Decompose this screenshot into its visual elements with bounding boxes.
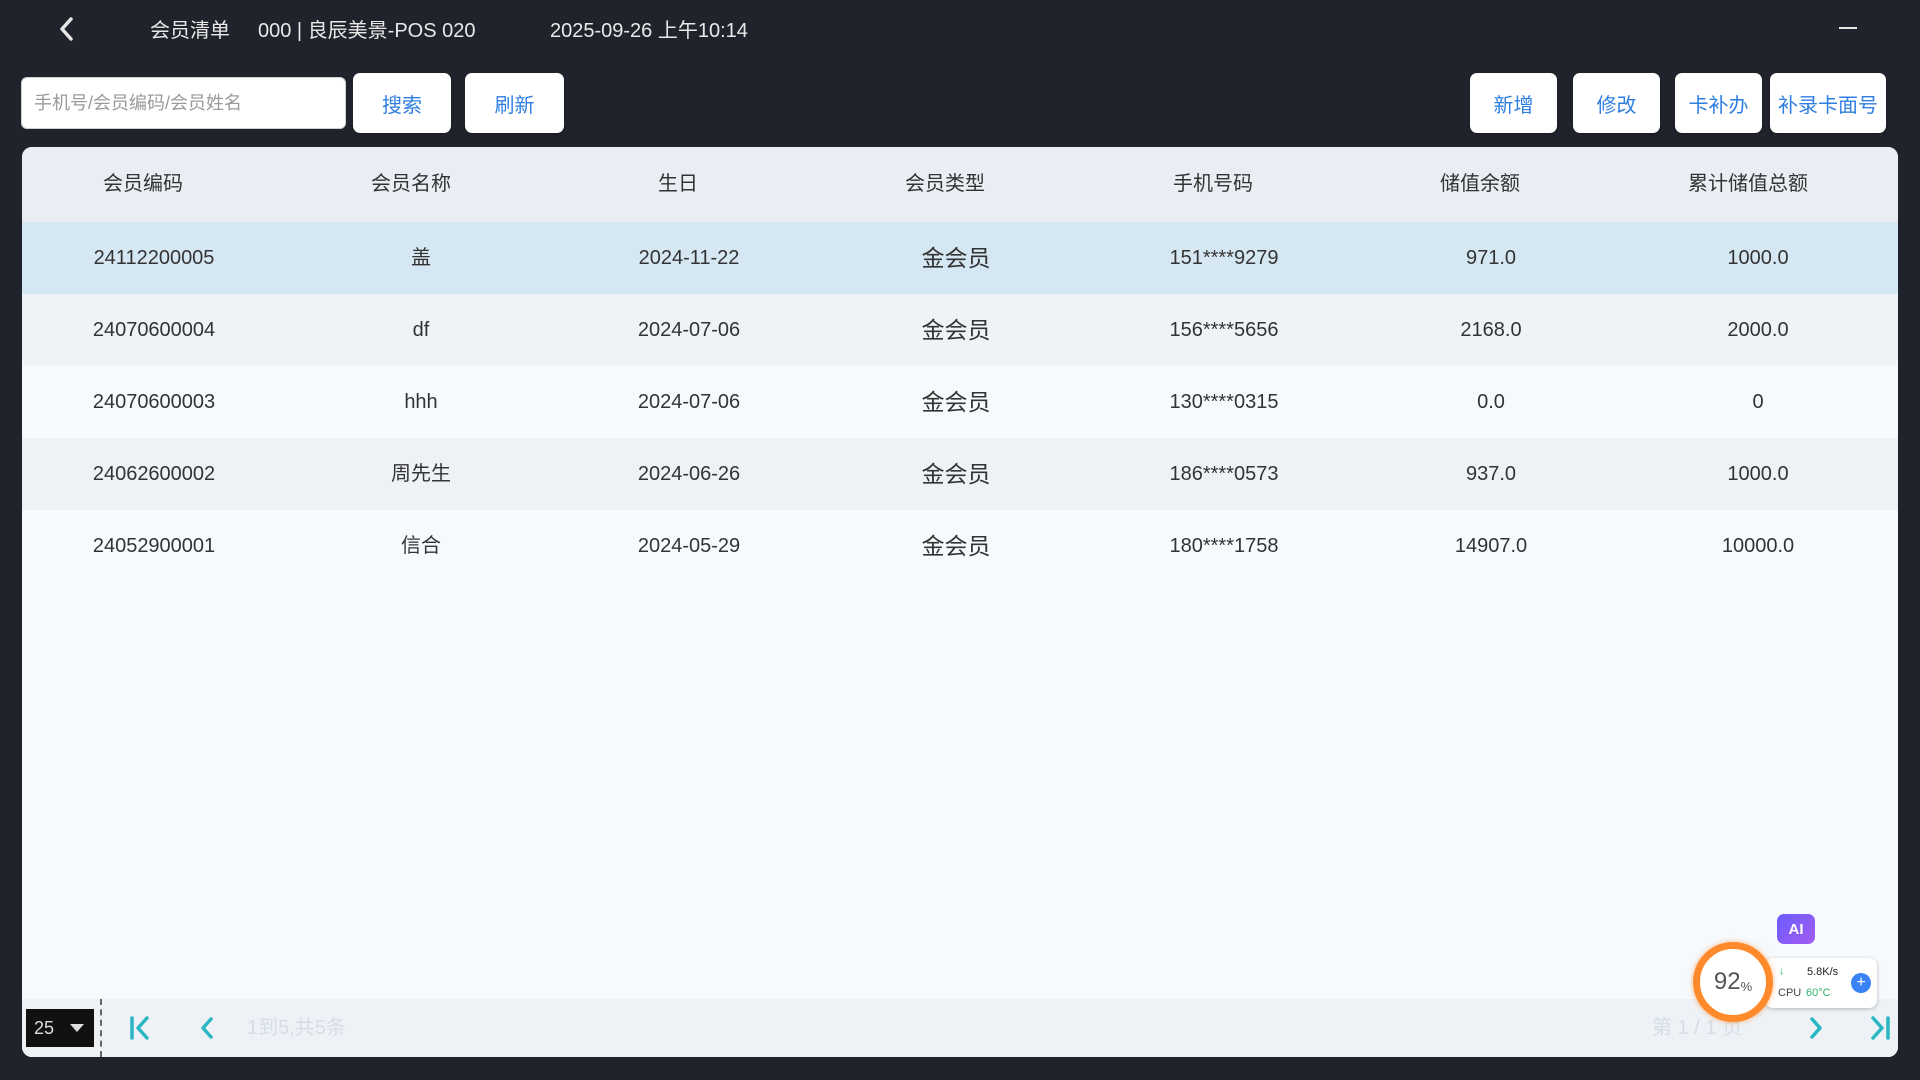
cell-member-name: 信合	[401, 535, 441, 557]
search-input[interactable]	[21, 77, 346, 129]
refresh-button[interactable]: 刷新	[465, 73, 564, 133]
last-page-icon	[1871, 1016, 1890, 1040]
edit-button[interactable]: 修改	[1573, 73, 1660, 133]
pagination-bar: 25 1到5,共5条 第 1 / 1 页	[22, 999, 1898, 1057]
column-header-birthday[interactable]: 生日	[658, 147, 698, 222]
cell-birthday: 2024-07-06	[637, 319, 741, 341]
cell-balance: 937.0	[1465, 463, 1517, 485]
cell-phone: 186****0573	[1169, 463, 1279, 485]
cell-birthday: 2024-11-22	[638, 247, 740, 269]
cell-member-code: 24112200005	[93, 247, 215, 269]
cell-total-stored: 2000.0	[1727, 319, 1789, 341]
back-button[interactable]	[52, 12, 82, 46]
page-title: 会员清单	[150, 20, 230, 42]
cell-member-type: 金会员	[921, 461, 991, 487]
column-header-total-stored[interactable]: 累计储值总额	[1688, 147, 1808, 222]
table-row[interactable]: 24062600002 周先生 2024-06-26 金会员 186****05…	[22, 438, 1898, 510]
column-header-member-code[interactable]: 会员编码	[103, 147, 183, 222]
cell-member-code: 24062600002	[92, 463, 216, 485]
cell-member-type: 金会员	[921, 317, 991, 343]
card-number-entry-button[interactable]: 补录卡面号	[1770, 73, 1886, 133]
table-row[interactable]: 24112200005 盖 2024-11-22 金会员 151****9279…	[22, 222, 1898, 294]
cell-member-name: hhh	[404, 391, 438, 413]
caret-down-icon	[70, 1024, 84, 1032]
cell-birthday: 2024-07-06	[637, 391, 741, 413]
cell-member-name: 盖	[411, 247, 431, 269]
cell-balance: 14907.0	[1454, 535, 1528, 557]
cell-birthday: 2024-06-26	[637, 463, 741, 485]
column-header-member-name[interactable]: 会员名称	[371, 147, 451, 222]
add-button[interactable]: 新增	[1470, 73, 1557, 133]
table-row[interactable]: 24070600003 hhh 2024-07-06 金会员 130****03…	[22, 366, 1898, 438]
next-page-button[interactable]	[1796, 1009, 1836, 1047]
prev-page-button[interactable]	[187, 1009, 227, 1047]
ai-assistant-button[interactable]: AI	[1777, 914, 1815, 944]
minimize-button[interactable]	[1836, 12, 1862, 42]
download-arrow-icon: ↓	[1779, 965, 1785, 977]
cell-phone: 156****5656	[1169, 319, 1279, 341]
store-info: 000 | 良辰美景-POS 020	[258, 20, 476, 42]
cell-balance: 971.0	[1465, 247, 1517, 269]
table-header: 会员编码 会员名称 生日 会员类型 手机号码 储值余额 累计储值总额	[22, 147, 1898, 222]
cell-balance: 2168.0	[1460, 319, 1522, 341]
memory-usage-gauge[interactable]: 92 %	[1693, 942, 1773, 1022]
page-size-value: 25	[34, 1018, 55, 1038]
system-monitor-widget: ↓ 5.8K/s CPU 60°C +	[1765, 958, 1877, 1008]
column-header-balance[interactable]: 储值余额	[1440, 147, 1520, 222]
chevron-left-icon	[60, 17, 73, 41]
cell-member-type: 金会员	[921, 245, 991, 271]
cell-member-type: 金会员	[921, 533, 991, 559]
cell-total-stored: 1000.0	[1727, 463, 1789, 485]
pagination-info: 1到5,共5条	[247, 1017, 346, 1039]
chevron-right-icon	[1810, 1017, 1822, 1039]
first-page-icon	[130, 1016, 149, 1040]
column-header-phone[interactable]: 手机号码	[1173, 147, 1253, 222]
cell-member-code: 24070600004	[92, 319, 216, 341]
chevron-left-icon	[201, 1017, 213, 1039]
title-bar: 会员清单 000 | 良辰美景-POS 020 2025-09-26 上午10:…	[0, 0, 1920, 56]
datetime-display: 2025-09-26 上午10:14	[550, 20, 748, 42]
page-size-select[interactable]: 25	[26, 1009, 94, 1047]
gauge-value: 92	[1713, 968, 1741, 995]
last-page-button[interactable]	[1860, 1009, 1898, 1047]
divider	[100, 999, 102, 1057]
table-row[interactable]: 24070600004 df 2024-07-06 金会员 156****565…	[22, 294, 1898, 366]
cell-balance: 0.0	[1477, 391, 1505, 413]
cpu-temperature: 60°C	[1806, 987, 1831, 999]
gauge-unit: %	[1740, 978, 1753, 994]
cell-phone: 180****1758	[1169, 535, 1279, 557]
plus-icon[interactable]: +	[1851, 973, 1871, 993]
cell-phone: 130****0315	[1169, 391, 1279, 413]
cell-phone: 151****9279	[1169, 247, 1279, 269]
cell-member-type: 金会员	[921, 389, 991, 415]
cell-birthday: 2024-05-29	[637, 535, 741, 557]
member-table-panel: 会员编码 会员名称 生日 会员类型 手机号码 储值余额 累计储值总额 24112…	[22, 147, 1898, 1057]
cell-total-stored: 1000.0	[1727, 247, 1789, 269]
table-row[interactable]: 24052900001 信合 2024-05-29 金会员 180****175…	[22, 510, 1898, 582]
cell-total-stored: 0	[1752, 391, 1764, 413]
network-speed: 5.8K/s	[1807, 966, 1839, 978]
search-button[interactable]: 搜索	[353, 73, 451, 133]
cell-member-code: 24070600003	[92, 391, 216, 413]
cell-member-name: 周先生	[391, 463, 451, 485]
column-header-member-type[interactable]: 会员类型	[905, 147, 985, 222]
cell-total-stored: 10000.0	[1721, 535, 1795, 557]
card-reissue-button[interactable]: 卡补办	[1675, 73, 1762, 133]
cell-member-name: df	[412, 319, 430, 341]
cpu-label: CPU	[1778, 987, 1802, 999]
cell-member-code: 24052900001	[92, 535, 216, 557]
first-page-button[interactable]	[120, 1009, 160, 1047]
